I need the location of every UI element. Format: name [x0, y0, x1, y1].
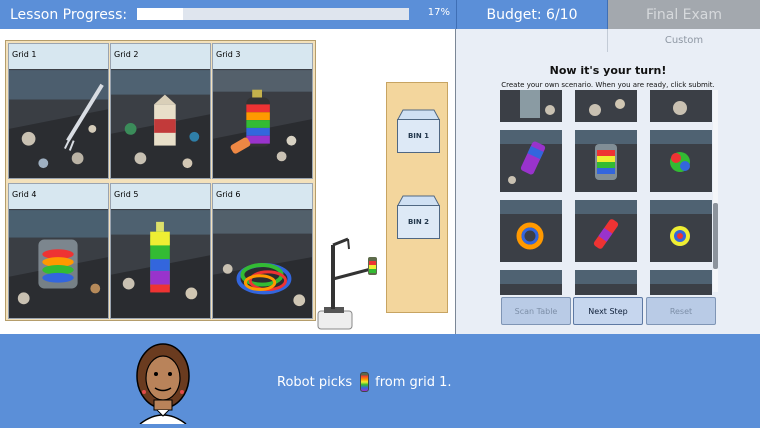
rainbow-jar-image — [9, 210, 108, 318]
tutor-avatar — [136, 343, 190, 424]
rainbow-item-icon — [360, 372, 370, 392]
grid-cell-2[interactable]: Grid 2 — [110, 43, 211, 179]
grid-cell-1[interactable]: Grid 1 — [8, 43, 109, 179]
bin-1-label: BIN 1 — [397, 119, 440, 153]
scenario-thumbnail[interactable] — [500, 90, 562, 122]
next-step-button[interactable]: Next Step — [573, 297, 643, 325]
bin-panel: BIN 1 BIN 2 — [386, 82, 448, 313]
scenario-thumbnail[interactable] — [575, 200, 637, 262]
scan-table-button[interactable]: Scan Table — [501, 297, 571, 325]
grid-cell-label: Grid 4 — [9, 184, 108, 209]
bin-1[interactable]: BIN 1 — [397, 109, 440, 153]
scenario-title: Now it's your turn! — [549, 64, 667, 77]
scenario-thumbnail-list[interactable] — [496, 90, 719, 295]
grid-cell-label: Grid 2 — [111, 44, 210, 69]
scenario-thumbnail[interactable] — [650, 130, 712, 192]
scenario-thumbnail[interactable] — [575, 90, 637, 122]
scenario-thumbnail[interactable] — [575, 270, 637, 295]
grid-cell-4[interactable]: Grid 4 — [8, 183, 109, 319]
rainbow-bottle-image — [111, 210, 210, 318]
rainbow-yarn-image — [213, 210, 312, 318]
scenario-thumbnail[interactable] — [650, 270, 712, 295]
status-message: Robot picks from grid 1. — [277, 372, 452, 392]
grid-cell-6[interactable]: Grid 6 — [212, 183, 313, 319]
robot-arm-icon — [317, 237, 377, 330]
custom-tab[interactable]: Custom — [608, 29, 760, 52]
milk-carton-image — [111, 70, 210, 178]
mode-tab-blank — [456, 29, 608, 52]
final-exam-tab[interactable]: Final Exam — [608, 0, 760, 29]
scenario-thumbnail[interactable] — [500, 270, 562, 295]
grid-cell-3[interactable]: Grid 3 — [212, 43, 313, 179]
scenario-thumbnail[interactable] — [575, 130, 637, 192]
grid-panel: Grid 1 Grid 2 Grid 3 Grid 4 Grid 5 Grid … — [5, 40, 316, 321]
grid-cell-label: Grid 3 — [213, 44, 312, 69]
bin-2-label: BIN 2 — [397, 205, 440, 239]
scenario-instructions: Create your own scenario. When you are r… — [501, 81, 715, 89]
scrollbar-thumb[interactable] — [713, 203, 718, 269]
scenario-thumbnail[interactable] — [650, 90, 712, 122]
progress-bar — [137, 8, 409, 20]
budget-indicator: Budget: 6/10 — [456, 0, 608, 29]
grid-cell-label: Grid 1 — [9, 44, 108, 69]
grid-cell-label: Grid 6 — [213, 184, 312, 209]
scenario-thumbnail[interactable] — [650, 200, 712, 262]
lesson-progress-area: Lesson Progress: 17% — [0, 0, 456, 29]
scenario-thumbnail[interactable] — [500, 130, 562, 192]
status-message-suffix: from grid 1. — [375, 374, 452, 390]
status-message-prefix: Robot picks — [277, 374, 353, 390]
fork-image — [9, 70, 108, 178]
progress-fill — [137, 8, 184, 20]
rainbow-bottle-image — [213, 70, 312, 178]
bin-2[interactable]: BIN 2 — [397, 195, 440, 239]
grid-cell-label: Grid 5 — [111, 184, 210, 209]
scenario-thumbnail[interactable] — [500, 200, 562, 262]
progress-percent: 17% — [427, 7, 450, 18]
grid-cell-5[interactable]: Grid 5 — [110, 183, 211, 319]
progress-label: Lesson Progress: — [10, 6, 128, 23]
reset-button[interactable]: Reset — [646, 297, 716, 325]
top-bar: Lesson Progress: 17% Budget: 6/10 Final … — [0, 0, 760, 29]
